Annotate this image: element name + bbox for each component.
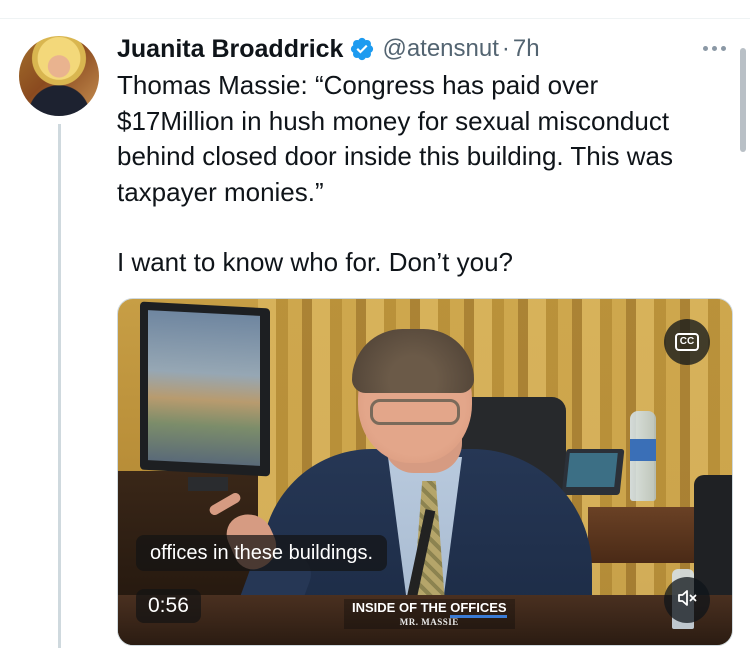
video-duration: 0:56	[136, 589, 201, 623]
more-dot-icon	[711, 45, 717, 51]
author-avatar[interactable]	[19, 36, 99, 116]
video-frame-monitor-stand	[188, 477, 228, 491]
closed-captions-button[interactable]: CC	[664, 319, 710, 365]
author-display-name[interactable]: Juanita Broaddrick	[117, 35, 343, 64]
video-frame-laptop-screen	[566, 453, 618, 487]
thread-line	[58, 124, 61, 648]
tweet-timestamp[interactable]: 7h	[513, 35, 540, 63]
speaker-muted-icon	[675, 586, 699, 615]
cc-icon: CC	[674, 333, 700, 351]
lower-third-accent: OFFICES	[450, 600, 507, 618]
tweet-paragraph: I want to know who for. Don’t you?	[117, 247, 513, 277]
video-player[interactable]: CC offices in these buildings. 0:56 INSI…	[117, 298, 733, 646]
tweet-body: Thomas Massie: “Congress has paid over $…	[117, 68, 717, 281]
unmute-button[interactable]	[664, 577, 710, 623]
video-frame-monitor-screen	[148, 310, 260, 466]
tweet-header: Juanita Broaddrick @atensnut · 7h	[117, 31, 540, 67]
more-dot-icon	[720, 45, 726, 51]
verified-badge-icon[interactable]	[349, 36, 375, 62]
more-options-button[interactable]	[696, 36, 732, 60]
more-dot-icon	[702, 45, 708, 51]
scrollbar-thumb[interactable]	[740, 48, 746, 152]
header-separator: ·	[501, 35, 510, 62]
author-handle[interactable]: @atensnut	[382, 35, 498, 63]
lower-third-prefix: INSIDE OF THE	[352, 600, 451, 615]
video-frame-bottle-label	[630, 439, 656, 461]
video-frame-speaker-glasses	[370, 399, 460, 425]
lower-third-name: MR. MASSIE	[399, 617, 459, 627]
video-lower-third: INSIDE OF THE OFFICES MR. MASSIE	[344, 599, 515, 629]
tweet-paragraph: Thomas Massie: “Congress has paid over $…	[117, 70, 673, 207]
video-caption: offices in these buildings.	[136, 535, 388, 571]
top-divider	[0, 0, 750, 19]
